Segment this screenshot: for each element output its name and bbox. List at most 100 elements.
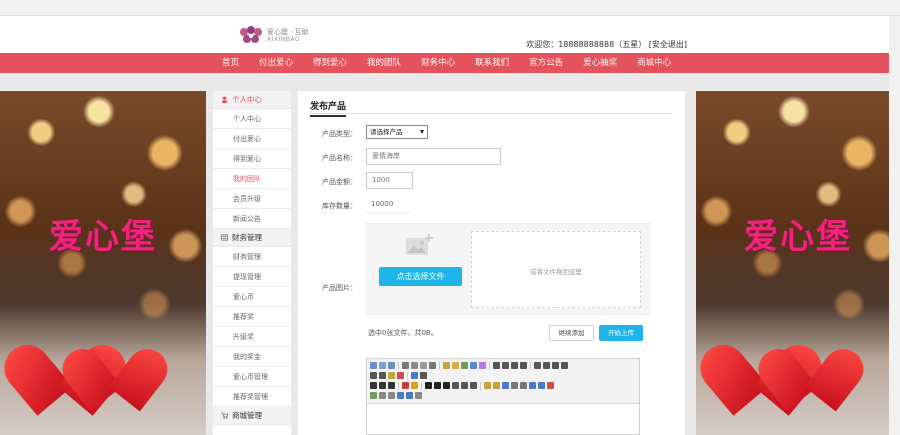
sidebar-item-upgrade-bonus[interactable]: 升级奖 <box>213 327 291 347</box>
editor-tool-icon[interactable] <box>511 362 518 369</box>
editor-tool-icon[interactable] <box>502 362 509 369</box>
editor-tool-icon[interactable] <box>388 362 395 369</box>
nav-item-lottery[interactable]: 爱心抽奖 <box>573 53 627 73</box>
sidebar-item-coin-manage[interactable]: 爱心币管理 <box>213 367 291 387</box>
editor-tool-icon[interactable] <box>461 362 468 369</box>
sidebar-item-give-love[interactable]: 付出爱心 <box>213 129 291 149</box>
sidebar-item-love-coin[interactable]: 爱心币 <box>213 287 291 307</box>
editor-tool-icon[interactable] <box>547 382 554 389</box>
editor-tool-icon[interactable] <box>379 372 386 379</box>
editor-tool-icon[interactable] <box>388 392 395 399</box>
nav-item-home[interactable]: 首页 <box>212 53 249 73</box>
editor-tool-icon[interactable] <box>379 362 386 369</box>
editor-tool-icon[interactable] <box>434 382 441 389</box>
editor-tool-icon[interactable] <box>379 392 386 399</box>
sidebar-item-finance-manage[interactable]: 财务管理 <box>213 247 291 267</box>
editor-tool-icon[interactable] <box>402 362 409 369</box>
editor-tool-icon[interactable] <box>534 362 541 369</box>
right-banner: 爱心堡 <box>696 91 900 435</box>
editor-tool-icon[interactable] <box>420 362 427 369</box>
nav-item-contact[interactable]: 联系我们 <box>465 53 519 73</box>
image-placeholder-icon <box>406 234 433 255</box>
editor-tool-icon[interactable] <box>420 372 427 379</box>
editor-tool-icon[interactable] <box>425 382 432 389</box>
sidebar-item-upgrade[interactable]: 会员升级 <box>213 189 291 209</box>
editor-tool-icon[interactable] <box>443 382 450 389</box>
nav-item-mall[interactable]: 商城中心 <box>627 53 681 73</box>
editor-tool-icon[interactable] <box>543 362 550 369</box>
sidebar-item-receive-love[interactable]: 得到爱心 <box>213 149 291 169</box>
sidebar-item-referral-bonus[interactable]: 推荐奖 <box>213 307 291 327</box>
editor-tool-icon[interactable] <box>406 392 413 399</box>
nav-item-give[interactable]: 付出爱心 <box>249 53 303 73</box>
sidebar-item-my-bonus[interactable]: 我的奖金 <box>213 347 291 367</box>
file-drop-zone[interactable]: 或将文件拖到这里 <box>471 231 641 308</box>
product-type-select[interactable]: 请选择产品 <box>366 125 428 139</box>
editor-tool-icon[interactable] <box>479 362 486 369</box>
sidebar-group-mall[interactable]: 商城管理 <box>213 407 291 425</box>
nav-item-receive[interactable]: 得到爱心 <box>303 53 357 73</box>
editor-toolbar <box>367 359 639 404</box>
editor-tool-icon[interactable] <box>470 362 477 369</box>
editor-tool-icon[interactable] <box>411 362 418 369</box>
editor-tool-icon[interactable] <box>429 362 436 369</box>
editor-tool-icon[interactable] <box>511 382 518 389</box>
editor-tool-icon[interactable] <box>370 392 377 399</box>
editor-tool-icon[interactable] <box>370 372 377 379</box>
title-divider <box>310 113 672 114</box>
editor-tool-icon[interactable] <box>452 362 459 369</box>
editor-tool-icon[interactable] <box>493 382 500 389</box>
nav-item-finance[interactable]: 财务中心 <box>411 53 465 73</box>
sidebar-item-personal-center[interactable]: 个人中心 <box>213 109 291 129</box>
editor-tool-icon[interactable] <box>415 392 422 399</box>
editor-tool-icon[interactable] <box>370 362 377 369</box>
editor-tool-icon[interactable] <box>502 382 509 389</box>
start-upload-button[interactable]: 开始上传 <box>599 325 643 341</box>
product-stock-label: 库存数量： <box>322 202 357 210</box>
editor-tool-icon[interactable] <box>370 382 377 389</box>
editor-tool-icon[interactable] <box>461 382 468 389</box>
sidebar-group-finance[interactable]: 财务管理 <box>213 229 291 247</box>
continue-add-button[interactable]: 继续添加 <box>549 325 594 341</box>
editor-tool-icon[interactable] <box>561 362 568 369</box>
product-price-input[interactable]: 1000 <box>366 172 413 189</box>
sidebar-item-my-team[interactable]: 我的团队 <box>213 169 291 189</box>
editor-tool-icon[interactable] <box>379 382 386 389</box>
product-type-value: 请选择产品 <box>370 128 403 136</box>
editor-tool-icon[interactable] <box>470 382 477 389</box>
logout-link[interactable]: [安全退出] <box>649 40 687 49</box>
editor-tool-icon[interactable] <box>397 372 404 379</box>
page-scrollbar[interactable] <box>889 16 900 435</box>
sidebar-item-referral-manage[interactable]: 推荐奖管理 <box>213 387 291 407</box>
editor-tool-icon[interactable] <box>493 362 500 369</box>
editor-tool-icon[interactable] <box>443 362 450 369</box>
editor-tool-icon[interactable] <box>520 362 527 369</box>
nav-item-team[interactable]: 我的团队 <box>357 53 411 73</box>
image-uploader: 点击选择文件 或将文件拖到这里 <box>366 223 650 315</box>
sidebar-item-news[interactable]: 新闻公告 <box>213 209 291 229</box>
choose-file-button[interactable]: 点击选择文件 <box>379 267 462 286</box>
editor-tool-icon[interactable] <box>402 382 409 389</box>
site-logo[interactable]: 爱心堡 · 互助 AIXINBAO <box>238 25 328 47</box>
editor-tool-icon[interactable] <box>388 382 395 389</box>
editor-tool-icon[interactable] <box>520 382 527 389</box>
toolbar-separator <box>398 382 399 390</box>
sidebar-group-label: 个人中心 <box>232 95 262 104</box>
nav-item-notice[interactable]: 官方公告 <box>519 53 573 73</box>
product-name-input[interactable]: 爱情海岸 <box>366 148 501 165</box>
sidebar-item-withdraw[interactable]: 提现管理 <box>213 267 291 287</box>
editor-tool-icon[interactable] <box>552 362 559 369</box>
user-icon <box>221 96 228 103</box>
rich-text-editor[interactable] <box>366 358 640 435</box>
toolbar-separator <box>489 362 490 370</box>
editor-tool-icon[interactable] <box>529 382 536 389</box>
main-nav: 首页 付出爱心 得到爱心 我的团队 财务中心 联系我们 官方公告 爱心抽奖 商城… <box>0 53 900 73</box>
editor-tool-icon[interactable] <box>411 382 418 389</box>
editor-tool-icon[interactable] <box>452 382 459 389</box>
editor-tool-icon[interactable] <box>411 372 418 379</box>
editor-tool-icon[interactable] <box>388 372 395 379</box>
sidebar-group-personal[interactable]: 个人中心 <box>213 91 291 109</box>
editor-tool-icon[interactable] <box>484 382 491 389</box>
editor-tool-icon[interactable] <box>538 382 545 389</box>
editor-tool-icon[interactable] <box>397 392 404 399</box>
